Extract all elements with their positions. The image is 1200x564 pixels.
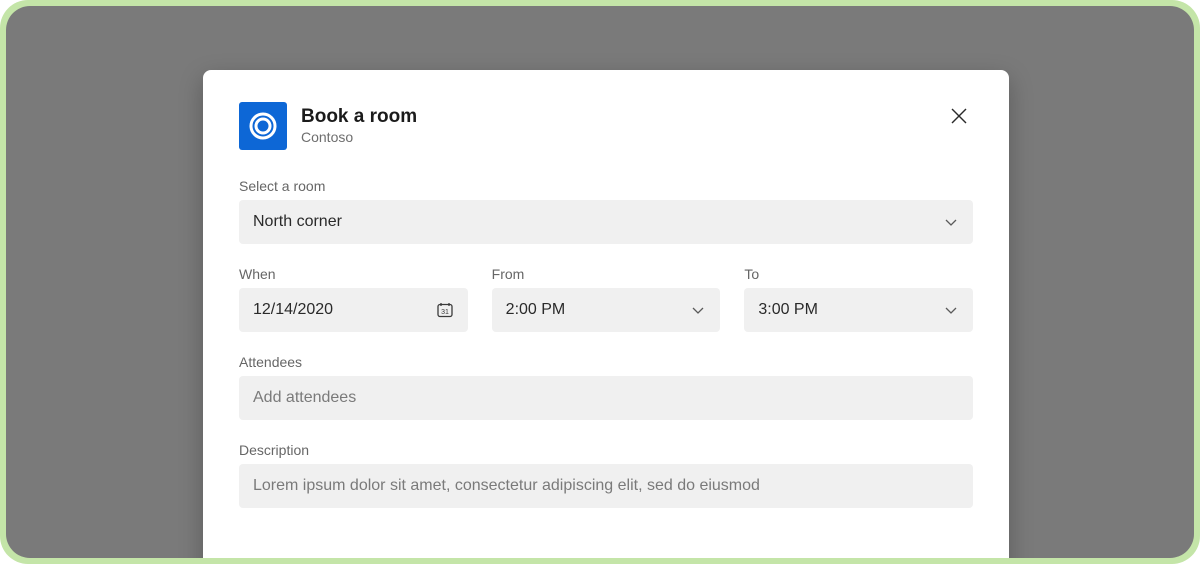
attendees-input[interactable]: Add attendees: [239, 376, 973, 420]
book-room-modal: Book a room Contoso Select a room: [203, 70, 1009, 558]
calendar-icon: 31: [436, 301, 454, 319]
room-label: Select a room: [239, 178, 973, 194]
attendees-label: Attendees: [239, 354, 973, 370]
from-section: From 2:00 PM: [492, 266, 721, 332]
description-value: Lorem ipsum dolor sit amet, consectetur …: [253, 477, 760, 494]
from-select[interactable]: 2:00 PM: [492, 288, 721, 332]
description-textarea[interactable]: Lorem ipsum dolor sit amet, consectetur …: [239, 464, 973, 508]
when-label: When: [239, 266, 468, 282]
close-icon: [949, 106, 969, 126]
to-section: To 3:00 PM: [744, 266, 973, 332]
room-value: North corner: [253, 213, 342, 231]
to-select[interactable]: 3:00 PM: [744, 288, 973, 332]
chevron-down-icon: [943, 302, 959, 318]
when-value: 12/14/2020: [253, 301, 333, 319]
room-section: Select a room North corner: [239, 178, 973, 244]
close-button[interactable]: [945, 102, 973, 130]
frame-backdrop: Book a room Contoso Select a room: [6, 6, 1194, 558]
chevron-down-icon: [943, 214, 959, 230]
from-label: From: [492, 266, 721, 282]
when-datepicker[interactable]: 12/14/2020 31: [239, 288, 468, 332]
to-label: To: [744, 266, 973, 282]
from-value: 2:00 PM: [506, 301, 566, 319]
frame-outer: Book a room Contoso Select a room: [0, 0, 1200, 564]
title-block: Book a room Contoso: [301, 105, 417, 146]
modal-subtitle: Contoso: [301, 129, 417, 147]
modal-title: Book a room: [301, 105, 417, 129]
description-label: Description: [239, 442, 973, 458]
datetime-row: When 12/14/2020 31: [239, 266, 973, 332]
attendees-section: Attendees Add attendees: [239, 354, 973, 420]
app-icon: [239, 102, 287, 150]
chevron-down-icon: [690, 302, 706, 318]
svg-text:31: 31: [441, 309, 449, 316]
to-value: 3:00 PM: [758, 301, 818, 319]
header-left: Book a room Contoso: [239, 102, 417, 150]
attendees-placeholder: Add attendees: [253, 389, 356, 407]
modal-header: Book a room Contoso: [239, 102, 973, 150]
when-section: When 12/14/2020 31: [239, 266, 468, 332]
description-section: Description Lorem ipsum dolor sit amet, …: [239, 442, 973, 508]
room-select[interactable]: North corner: [239, 200, 973, 244]
